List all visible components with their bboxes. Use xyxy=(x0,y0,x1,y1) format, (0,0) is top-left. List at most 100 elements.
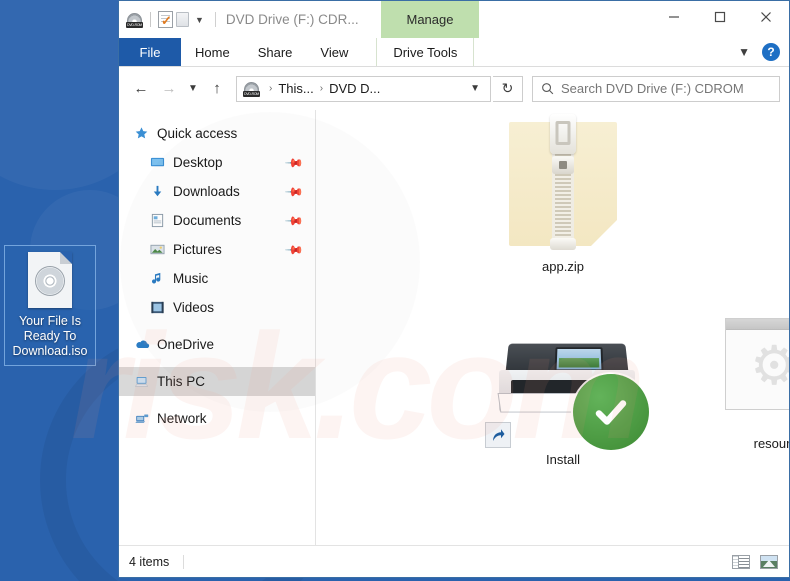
window-body: Quick access Desktop 📌 Downloads 📌 Docum… xyxy=(119,110,789,545)
sidebar-item-quick-access[interactable]: Quick access xyxy=(119,119,315,148)
file-list-view[interactable]: app.zip ☞ icon.ico xyxy=(316,110,789,545)
tab-drive-tools-label: Drive Tools xyxy=(393,44,458,60)
zip-archive-icon xyxy=(509,114,617,254)
file-item-icon-ico[interactable]: ☞ icon.ico xyxy=(776,222,789,272)
window-controls xyxy=(651,1,789,32)
breadcrumb-item-dvd-drive[interactable]: DVD D... xyxy=(327,81,382,96)
search-input[interactable]: Search DVD Drive (F:) CDROM xyxy=(532,75,780,102)
contextual-tab-label: Manage xyxy=(406,12,454,27)
sidebar-label: Quick access xyxy=(157,126,238,141)
new-folder-icon[interactable] xyxy=(176,12,189,27)
breadcrumb-separator-2: › xyxy=(319,83,324,94)
tab-share[interactable]: Share xyxy=(244,38,307,66)
desktop-file-icon-iso[interactable]: Your File Is Ready To Download.iso xyxy=(4,245,96,366)
pictures-icon xyxy=(149,241,166,258)
onedrive-cloud-icon xyxy=(133,336,150,353)
sidebar-label: Downloads xyxy=(173,184,240,199)
sidebar-item-network[interactable]: Network xyxy=(119,404,315,433)
divider xyxy=(150,12,151,27)
sidebar-item-documents[interactable]: Documents 📌 xyxy=(119,206,315,235)
sidebar-label: Network xyxy=(157,411,207,426)
network-icon xyxy=(133,410,150,427)
quick-access-toolbar: DVD-ROM ✓ ▼ xyxy=(119,11,207,28)
tab-file[interactable]: File xyxy=(119,38,181,66)
dvd-rom-icon: DVD-ROM xyxy=(243,81,260,97)
tab-home-label: Home xyxy=(195,44,230,60)
tab-share-label: Share xyxy=(257,44,293,60)
file-item-install[interactable]: Install xyxy=(472,340,654,467)
desktop-icon xyxy=(149,154,166,171)
large-icons-view-icon[interactable] xyxy=(759,553,779,571)
documents-icon xyxy=(149,212,166,229)
chevron-down-icon[interactable]: ▼ xyxy=(184,76,202,102)
help-label: ? xyxy=(767,45,775,59)
title-bar: DVD-ROM ✓ ▼ DVD Drive (F:) CDR... Manage xyxy=(119,1,789,38)
pin-icon[interactable]: 📌 xyxy=(284,152,304,172)
sidebar-item-music[interactable]: Music xyxy=(119,264,315,293)
sidebar-item-onedrive[interactable]: OneDrive xyxy=(119,330,315,359)
videos-icon xyxy=(149,299,166,316)
minimize-icon[interactable] xyxy=(651,1,697,32)
music-note-icon xyxy=(149,270,166,287)
search-placeholder: Search DVD Drive (F:) CDROM xyxy=(561,81,744,96)
file-name: icon.ico xyxy=(776,257,789,272)
sidebar-label: This PC xyxy=(157,374,206,389)
batch-gears-icon: ⚙ ⚙ xyxy=(725,318,789,410)
breadcrumb[interactable]: DVD-ROM › This... › DVD D... ▼ xyxy=(236,75,491,102)
pin-icon[interactable]: 📌 xyxy=(284,239,304,259)
sidebar-label: Desktop xyxy=(173,155,223,170)
sidebar-item-desktop[interactable]: Desktop 📌 xyxy=(119,148,315,177)
desktop: Your File Is Ready To Download.iso DVD-R… xyxy=(0,0,790,581)
sidebar-label: Music xyxy=(173,271,209,286)
chevron-down-icon[interactable]: ▼ xyxy=(464,83,486,94)
file-item-resources-bat[interactable]: ⚙ ⚙ resources.bat xyxy=(704,318,789,451)
chevron-down-icon[interactable]: ▼ xyxy=(734,45,754,59)
tab-file-label: File xyxy=(139,44,161,60)
chevron-down-icon[interactable]: ▼ xyxy=(192,15,207,25)
tab-view-label: View xyxy=(320,44,349,60)
sidebar-label: Pictures xyxy=(173,242,222,257)
file-item-app-zip[interactable]: app.zip xyxy=(490,114,636,274)
help-button[interactable]: ? xyxy=(762,43,780,61)
view-mode-buttons xyxy=(731,553,779,571)
details-view-icon[interactable] xyxy=(731,553,751,571)
close-icon[interactable] xyxy=(743,1,789,32)
desktop-file-label: Your File Is Ready To Download.iso xyxy=(12,314,88,358)
arrow-up-icon[interactable]: ↑ xyxy=(204,76,230,102)
pin-icon[interactable]: 📌 xyxy=(284,210,304,230)
navigation-pane: Quick access Desktop 📌 Downloads 📌 Docum… xyxy=(119,110,316,545)
sidebar-item-downloads[interactable]: Downloads 📌 xyxy=(119,177,315,206)
breadcrumb-separator: › xyxy=(269,83,273,94)
arrow-left-icon[interactable]: ← xyxy=(128,76,154,102)
properties-document-icon[interactable]: ✓ xyxy=(158,11,173,28)
status-bar: 4 items xyxy=(119,545,789,577)
green-check-badge xyxy=(573,374,649,450)
window-title: DVD Drive (F:) CDR... xyxy=(214,12,359,27)
sidebar-item-pictures[interactable]: Pictures 📌 xyxy=(119,235,315,264)
downloads-icon xyxy=(149,183,166,200)
file-explorer-window: DVD-ROM ✓ ▼ DVD Drive (F:) CDR... Manage xyxy=(118,0,790,578)
ribbon-tab-bar: File Home Share View Drive Tools ▼ ? xyxy=(119,38,789,67)
arrow-right-icon[interactable]: → xyxy=(156,76,182,102)
sidebar-item-this-pc[interactable]: This PC xyxy=(119,367,315,396)
contextual-tab-manage[interactable]: Manage xyxy=(381,1,479,38)
file-name: resources.bat xyxy=(753,436,789,451)
breadcrumb-item-this-pc[interactable]: This... xyxy=(276,81,315,96)
search-icon xyxy=(542,83,554,95)
sidebar-label: Videos xyxy=(173,300,215,315)
iso-disc-icon xyxy=(28,252,72,308)
ribbon-right-controls: ▼ ? xyxy=(734,38,789,66)
tab-drive-tools[interactable]: Drive Tools xyxy=(376,38,475,66)
refresh-icon[interactable]: ↻ xyxy=(493,75,523,102)
file-name: app.zip xyxy=(542,259,584,274)
tab-view[interactable]: View xyxy=(306,38,362,66)
file-name: Install xyxy=(546,452,580,467)
sidebar-item-videos[interactable]: Videos xyxy=(119,293,315,322)
tab-home[interactable]: Home xyxy=(181,38,244,66)
this-pc-icon xyxy=(133,373,150,390)
maximize-icon[interactable] xyxy=(697,1,743,32)
sidebar-label: Documents xyxy=(173,213,242,228)
pin-icon[interactable]: 📌 xyxy=(284,181,304,201)
address-bar: ← → ▼ ↑ DVD-ROM › This... › DVD D... ▼ ↻ xyxy=(119,67,789,110)
star-pin-icon xyxy=(133,125,150,142)
